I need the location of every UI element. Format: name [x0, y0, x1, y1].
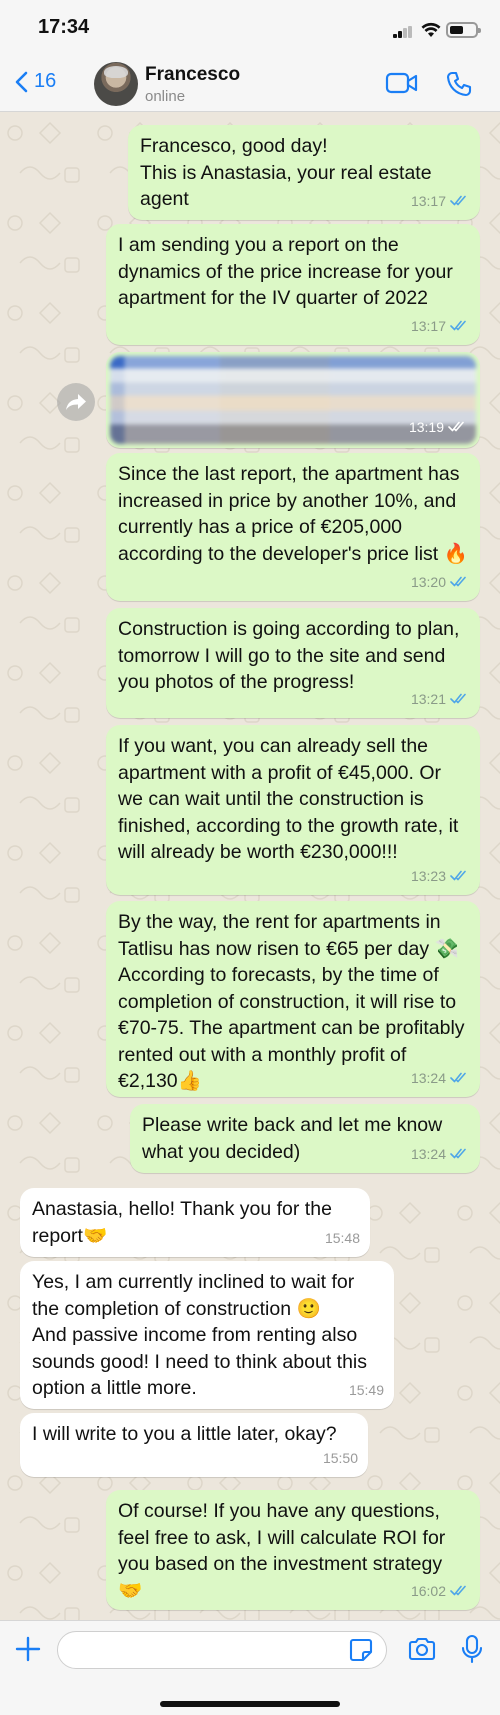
message-meta: 13:21 [411, 686, 470, 713]
double-check-icon [450, 863, 470, 890]
double-check-icon [450, 313, 470, 340]
message-bubble-outgoing[interactable]: Francesco, good day! This is Anastasia, … [128, 125, 480, 220]
message-text: Since the last report, the apartment has… [118, 463, 468, 565]
composer-bar [0, 1620, 500, 1715]
camera-icon [408, 1637, 436, 1661]
sticker-button[interactable] [348, 1637, 374, 1668]
sticker-icon [349, 1638, 373, 1662]
message-time: 13:21 [410, 690, 446, 707]
wifi-icon [421, 22, 441, 43]
double-check-icon [448, 414, 468, 441]
message-meta: 13:19 [409, 414, 468, 441]
double-check-icon [450, 569, 470, 596]
message-bubble-incoming[interactable]: Yes, I am currently inclined to wait for… [20, 1261, 394, 1409]
phone-icon [446, 71, 472, 97]
message-text: Construction is going according to plan,… [118, 618, 465, 693]
home-indicator [160, 1701, 340, 1707]
microphone-button[interactable] [461, 1634, 483, 1669]
camera-button[interactable] [407, 1636, 437, 1667]
message-bubble-outgoing[interactable]: I am sending you a report on the dynamic… [106, 224, 480, 345]
message-time: 13:17 [410, 192, 446, 209]
status-bar: 17:34 [0, 0, 500, 58]
message-meta: 13:24 [411, 1065, 470, 1092]
status-time: 17:34 [38, 16, 90, 38]
message-meta: 16:02 [411, 1578, 470, 1605]
contact-name[interactable]: Francesco [145, 64, 240, 86]
forward-icon [66, 394, 86, 410]
message-meta: 13:17 [411, 313, 470, 340]
message-bubble-incoming[interactable]: Anastasia, hello! Thank you for the repo… [20, 1188, 370, 1257]
signal-icon [393, 26, 413, 38]
message-time: 13:19 [408, 418, 444, 435]
message-text: I will write to you a little later, okay… [32, 1423, 337, 1445]
voice-call-button[interactable] [445, 70, 473, 103]
back-button[interactable]: 16 [14, 70, 56, 93]
message-meta: 13:17 [411, 188, 470, 215]
message-meta: 13:24 [411, 1141, 470, 1168]
message-meta: 13:23 [411, 863, 470, 890]
message-time: 13:24 [410, 1145, 446, 1162]
chevron-left-icon [15, 71, 28, 92]
plus-icon [15, 1636, 41, 1662]
message-meta: 15:48 [325, 1225, 360, 1252]
chat-header: 16 Francesco online [0, 58, 500, 112]
message-bubble-outgoing[interactable]: Construction is going according to plan,… [106, 608, 480, 718]
double-check-icon [450, 188, 470, 215]
battery-icon [446, 22, 481, 38]
message-text: If you want, you can already sell the ap… [118, 735, 464, 863]
avatar[interactable] [94, 62, 138, 106]
message-bubble-outgoing[interactable]: 13:19 [106, 352, 480, 448]
message-time: 13:20 [410, 573, 446, 590]
message-time: 16:02 [410, 1582, 446, 1599]
double-check-icon [450, 1065, 470, 1092]
unread-count: 16 [34, 70, 57, 92]
message-time: 13:23 [410, 867, 446, 884]
message-time: 13:24 [410, 1069, 446, 1086]
message-bubble-incoming[interactable]: I will write to you a little later, okay… [20, 1413, 368, 1477]
message-bubble-outgoing[interactable]: If you want, you can already sell the ap… [106, 725, 480, 895]
message-bubble-outgoing[interactable]: Since the last report, the apartment has… [106, 453, 480, 601]
message-time: 13:17 [410, 317, 446, 334]
microphone-icon [461, 1634, 483, 1664]
double-check-icon [450, 1578, 470, 1605]
double-check-icon [450, 1141, 470, 1168]
double-check-icon [450, 686, 470, 713]
contact-status: online [145, 88, 186, 105]
attach-button[interactable] [14, 1635, 42, 1668]
message-meta: 15:50 [323, 1445, 358, 1472]
message-text: Yes, I am currently inclined to wait for… [32, 1271, 367, 1399]
message-meta: 15:49 [349, 1377, 384, 1404]
message-time: 15:50 [322, 1449, 358, 1466]
message-bubble-outgoing[interactable]: Please write back and let me know what y… [130, 1104, 480, 1173]
forward-button[interactable] [57, 383, 95, 421]
video-call-button[interactable] [385, 71, 419, 100]
message-text: Anastasia, hello! Thank you for the repo… [32, 1198, 338, 1247]
message-time: 15:49 [348, 1381, 384, 1398]
message-bubble-outgoing[interactable]: Of course! If you have any questions, fe… [106, 1490, 480, 1610]
message-time: 15:48 [324, 1229, 360, 1246]
message-meta: 13:20 [411, 569, 470, 596]
message-text: I am sending you a report on the dynamic… [118, 234, 459, 309]
message-input[interactable] [57, 1631, 387, 1669]
message-bubble-outgoing[interactable]: By the way, the rent for apartments in T… [106, 901, 480, 1097]
video-camera-icon [385, 72, 418, 94]
